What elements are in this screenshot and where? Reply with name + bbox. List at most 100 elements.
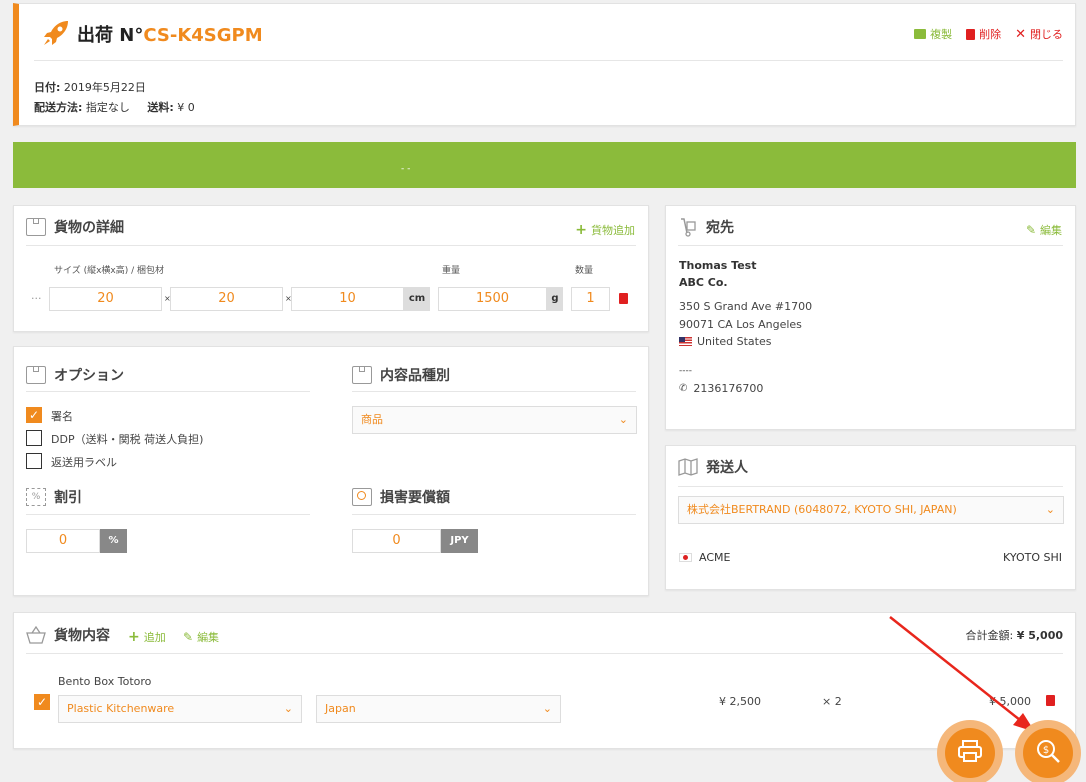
discount-header: % 割引 bbox=[26, 487, 82, 507]
close-button[interactable]: ✕ 閉じる bbox=[1015, 26, 1063, 42]
check-icon: ✓ bbox=[36, 695, 48, 709]
cargo-header: 貨物の詳細 bbox=[26, 217, 124, 237]
discount-input[interactable]: 0 bbox=[26, 529, 100, 553]
trash-icon bbox=[966, 28, 976, 40]
edit-recipient-button[interactable]: ✎ 編集 bbox=[1026, 222, 1062, 238]
recipient-phone-row: ✆ 2136176700 bbox=[679, 382, 763, 395]
item-origin-select[interactable]: Japan ⌄ bbox=[316, 695, 561, 723]
pencil-icon: ✎ bbox=[183, 630, 194, 644]
signature-checkbox[interactable]: ✓ bbox=[26, 407, 42, 423]
page-title: 出荷 N°CS-K4SGPM bbox=[77, 21, 263, 47]
close-icon: ✕ bbox=[1015, 26, 1026, 42]
delete-label: 削除 bbox=[979, 28, 1002, 41]
delete-button[interactable]: 削除 bbox=[966, 26, 1001, 42]
quantity-input[interactable]: 1 bbox=[571, 287, 610, 311]
percent-icon: % bbox=[26, 488, 46, 506]
quote-search-button[interactable]: $ bbox=[1015, 720, 1081, 782]
sender-name-row: ACME bbox=[679, 551, 730, 564]
return-label-checkbox[interactable] bbox=[26, 453, 42, 469]
return-label-label: 返送用ラベル bbox=[51, 456, 117, 469]
method-label: 配送方法: bbox=[34, 101, 83, 114]
contents-title: 貨物内容 bbox=[54, 628, 110, 644]
dimension-unit: cm bbox=[404, 287, 430, 311]
content-type-select[interactable]: 商品 ⌄ bbox=[352, 406, 637, 434]
add-content-label: 追加 bbox=[143, 631, 166, 644]
weight-unit: g bbox=[547, 287, 563, 311]
recipient-separator: ---- bbox=[679, 366, 692, 376]
sender-title: 発送人 bbox=[706, 460, 748, 476]
insurance-input[interactable]: 0 bbox=[352, 529, 441, 553]
recipient-name: Thomas Test bbox=[679, 259, 757, 272]
chevron-down-icon: ⌄ bbox=[542, 702, 552, 715]
method-value: 指定なし bbox=[85, 101, 130, 114]
delete-item-icon[interactable] bbox=[1046, 695, 1055, 706]
delete-cargo-icon[interactable] bbox=[619, 293, 628, 304]
duplicate-label: 複製 bbox=[930, 28, 953, 41]
map-icon bbox=[678, 458, 698, 476]
plus-icon: + bbox=[128, 629, 140, 645]
height-input[interactable]: 10 bbox=[291, 287, 404, 311]
recipient-card: 宛先 ✎ 編集 Thomas Test ABC Co. 350 S Grand … bbox=[665, 205, 1076, 430]
signature-label: 署名 bbox=[51, 410, 73, 423]
content-type-title: 内容品種別 bbox=[380, 368, 450, 384]
insurance-unit: JPY bbox=[441, 529, 478, 553]
us-flag-icon bbox=[679, 337, 692, 346]
chevron-down-icon: ⌄ bbox=[618, 413, 628, 426]
box-icon bbox=[26, 366, 46, 384]
item-checkbox[interactable]: ✓ bbox=[34, 694, 50, 710]
print-button[interactable] bbox=[937, 720, 1003, 782]
jp-flag-icon bbox=[679, 553, 692, 562]
sender-card: 発送人 株式会社BERTRAND (6048072, KYOTO SHI, JA… bbox=[665, 445, 1076, 590]
qty-label: 数量 bbox=[575, 266, 594, 276]
edit-recipient-label: 編集 bbox=[1040, 224, 1062, 237]
status-banner: - - bbox=[13, 142, 1076, 188]
ddp-label: DDP（送料・関税 荷送人負担) bbox=[51, 433, 204, 446]
add-cargo-label: 貨物追加 bbox=[591, 224, 635, 237]
date-label: 日付: bbox=[34, 81, 61, 94]
sender-name: ACME bbox=[699, 551, 731, 564]
item-price: ¥ 2,500 bbox=[719, 695, 761, 708]
sender-select[interactable]: 株式会社BERTRAND (6048072, KYOTO SHI, JAPAN)… bbox=[678, 496, 1064, 524]
basket-icon bbox=[26, 625, 46, 644]
recipient-country-row: United States bbox=[679, 335, 772, 348]
recipient-title: 宛先 bbox=[706, 220, 734, 236]
item-category-select[interactable]: Plastic Kitchenware ⌄ bbox=[58, 695, 302, 723]
hand-truck-icon bbox=[678, 217, 698, 237]
cargo-title: 貨物の詳細 bbox=[54, 220, 124, 236]
printer-icon bbox=[957, 739, 983, 768]
phone-icon: ✆ bbox=[679, 383, 688, 394]
content-type-header: 内容品種別 bbox=[352, 365, 450, 385]
add-content-button[interactable]: + 追加 bbox=[128, 629, 166, 645]
options-title: オプション bbox=[54, 368, 124, 384]
method-row: 配送方法: 指定なし 送料: ¥ 0 bbox=[34, 99, 195, 115]
ddp-checkbox[interactable] bbox=[26, 430, 42, 446]
safe-icon bbox=[352, 488, 372, 506]
shipment-id: CS-K4SGPM bbox=[143, 25, 263, 46]
status-banner-text: - - bbox=[401, 164, 411, 174]
weight-label: 重量 bbox=[442, 266, 461, 276]
svg-text:$: $ bbox=[1043, 745, 1049, 756]
pencil-icon: ✎ bbox=[1025, 223, 1036, 237]
contents-header: 貨物内容 bbox=[26, 625, 110, 645]
edit-content-label: 編集 bbox=[197, 631, 220, 644]
width-input[interactable]: 20 bbox=[170, 287, 283, 311]
shipping-value: ¥ 0 bbox=[177, 101, 195, 114]
recipient-address1: 350 S Grand Ave #1700 bbox=[679, 300, 813, 313]
date-row: 日付: 2019年5月22日 bbox=[34, 79, 146, 95]
options-header: オプション bbox=[26, 365, 124, 385]
recipient-phone: 2136176700 bbox=[693, 382, 764, 395]
discount-title: 割引 bbox=[54, 490, 82, 506]
package-options-icon[interactable]: ··· bbox=[31, 292, 42, 305]
edit-content-button[interactable]: ✎ 編集 bbox=[183, 629, 219, 645]
add-cargo-button[interactable]: + 貨物追加 bbox=[575, 222, 635, 238]
plus-icon: + bbox=[575, 222, 587, 238]
options-card: オプション ✓ 署名 DDP（送料・関税 荷送人負担) 返送用ラベル 内容品種別… bbox=[13, 346, 649, 596]
length-input[interactable]: 20 bbox=[49, 287, 162, 311]
duplicate-button[interactable]: 複製 bbox=[914, 26, 952, 42]
price-search-icon: $ bbox=[1035, 738, 1061, 769]
weight-input[interactable]: 1500 bbox=[438, 287, 547, 311]
copy-icon bbox=[914, 29, 927, 39]
box-icon bbox=[26, 218, 46, 236]
sender-city: KYOTO SHI bbox=[1003, 551, 1062, 564]
recipient-company: ABC Co. bbox=[679, 276, 728, 289]
